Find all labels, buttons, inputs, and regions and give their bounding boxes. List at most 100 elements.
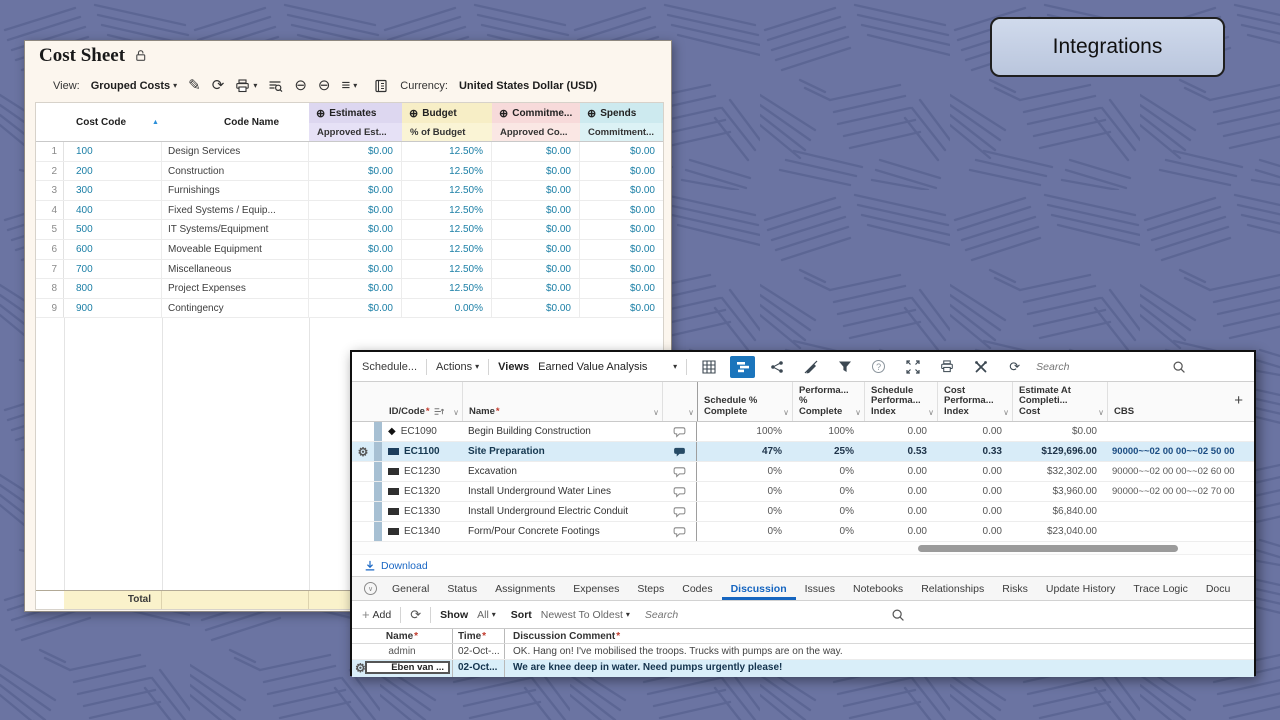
gear-icon[interactable]: ⚙ — [358, 446, 369, 458]
tab-relationships[interactable]: Relationships — [912, 577, 993, 600]
expand-plus-icon: ⊕ — [587, 107, 596, 120]
table-row[interactable]: 8 800 Project Expenses $0.00 12.50% $0.0… — [36, 279, 663, 299]
menu-button[interactable]: ≡ ▾ — [342, 78, 358, 93]
tab-codes[interactable]: Codes — [673, 577, 721, 600]
table-row[interactable]: 1 100 Design Services $0.00 12.50% $0.00… — [36, 142, 663, 162]
sort-order-dropdown[interactable]: Newest To Oldest ▾ — [541, 609, 630, 621]
search-list-icon[interactable] — [268, 79, 283, 93]
views-dropdown[interactable]: Earned Value Analysis ▾ — [538, 361, 677, 373]
activity-row-selected[interactable]: ⚙ EC1100 Site Preparation 47% 25% 0.53 0… — [352, 442, 1254, 462]
tab-discussion[interactable]: Discussion — [722, 577, 796, 600]
column-cost-code[interactable]: Cost Code ▲ — [76, 103, 196, 141]
tab-status[interactable]: Status — [438, 577, 486, 600]
activity-row[interactable]: ◆ EC1090 Begin Building Construction 100… — [352, 422, 1254, 442]
column-comment-text[interactable]: Discussion Comment* — [505, 629, 1254, 643]
chevron-down-icon[interactable]: ∨ — [688, 408, 694, 417]
group-budget[interactable]: ⊕ Budget — [402, 103, 492, 123]
activity-row[interactable]: EC1320 Install Underground Water Lines 0… — [352, 482, 1254, 502]
table-view-button[interactable] — [696, 356, 721, 378]
group-spends[interactable]: ⊕ Spends — [580, 103, 663, 123]
tab-general[interactable]: General — [383, 577, 438, 600]
column-comment-time[interactable]: Time* — [453, 629, 505, 643]
edit-icon[interactable]: ✎ — [188, 78, 201, 93]
refresh-button[interactable]: ⟳ — [1002, 356, 1027, 378]
tab-trace-logic[interactable]: Trace Logic — [1124, 577, 1196, 600]
tab-assignments[interactable]: Assignments — [486, 577, 564, 600]
add-comment-button[interactable]: + Add — [362, 607, 391, 622]
baseline-edit-button[interactable] — [798, 356, 823, 378]
tab-issues[interactable]: Issues — [796, 577, 844, 600]
table-row[interactable]: 3 300 Furnishings $0.00 12.50% $0.00 $0.… — [36, 181, 663, 201]
column-id-code[interactable]: ID/Code* ∨ — [383, 382, 463, 421]
activity-row[interactable]: EC1340 Form/Pour Concrete Footings 0% 0%… — [352, 522, 1254, 542]
table-row[interactable]: 6 600 Moveable Equipment $0.00 12.50% $0… — [36, 240, 663, 260]
refresh-icon[interactable]: ⟳ — [212, 78, 225, 93]
tab-update-history[interactable]: Update History — [1037, 577, 1124, 600]
refresh-comments-icon[interactable]: ⟳ — [410, 607, 421, 623]
column-pct-of-budget[interactable]: % of Budget — [402, 123, 492, 141]
chevron-down-icon[interactable]: ∨ — [453, 408, 459, 417]
actions-menu[interactable]: Actions ▾ — [436, 361, 479, 373]
activity-row[interactable]: EC1230 Excavation 0% 0% 0.00 0.00 $32,30… — [352, 462, 1254, 482]
collapse-level-icon[interactable]: ⊖ — [318, 78, 331, 93]
collapse-panel-button[interactable]: ∨ — [358, 577, 383, 600]
schedule-search[interactable] — [1036, 360, 1214, 374]
column-name[interactable]: Name* ∨ — [463, 382, 663, 421]
discussion-search[interactable] — [645, 608, 905, 622]
column-schedule-pct-complete[interactable]: Schedule % Complete ∨ — [698, 382, 793, 421]
table-row[interactable]: 5 500 IT Systems/Equipment $0.00 12.50% … — [36, 220, 663, 240]
scrollbar-thumb[interactable] — [918, 545, 1178, 552]
chevron-down-icon[interactable]: ∨ — [1098, 408, 1104, 417]
fullscreen-button[interactable] — [900, 356, 925, 378]
column-comment-name[interactable]: Name* — [352, 629, 453, 643]
comment-row[interactable]: admin 02-Oct-... OK. Hang on! I've mobil… — [352, 644, 1254, 660]
comment-name-editor[interactable]: Eben van ... — [365, 661, 450, 674]
group-commitments[interactable]: ⊕ Commitme... — [492, 103, 580, 123]
chevron-down-icon[interactable]: ∨ — [855, 408, 861, 417]
discussion-search-input[interactable] — [645, 609, 885, 621]
tab-documents[interactable]: Docu — [1197, 577, 1240, 600]
activity-row[interactable]: EC1330 Install Underground Electric Cond… — [352, 502, 1254, 522]
add-column-button[interactable]: + — [1234, 392, 1251, 409]
chevron-down-icon[interactable]: ∨ — [1003, 408, 1009, 417]
search-input[interactable] — [1036, 361, 1166, 373]
collapse-all-icon[interactable]: ⊖ — [294, 78, 307, 93]
network-view-button[interactable] — [764, 356, 789, 378]
column-commitment-spend[interactable]: Commitment... — [580, 123, 663, 141]
table-row[interactable]: 4 400 Fixed Systems / Equip... $0.00 12.… — [36, 201, 663, 221]
help-button[interactable]: ? — [866, 356, 891, 378]
schedule-menu[interactable]: Schedule... — [362, 361, 417, 373]
table-row[interactable]: 7 700 Miscellaneous $0.00 12.50% $0.00 $… — [36, 260, 663, 280]
table-row[interactable]: 9 900 Contingency $0.00 0.00% $0.00 $0.0… — [36, 299, 663, 319]
show-filter-dropdown[interactable]: All ▾ — [477, 609, 496, 621]
column-code-name[interactable]: Code Name — [224, 103, 334, 141]
print-button[interactable] — [934, 356, 959, 378]
download-link[interactable]: Download — [381, 560, 428, 572]
gantt-view-button[interactable] — [730, 356, 755, 378]
column-cost-performance-index[interactable]: Cost Performa... Index ∨ — [938, 382, 1013, 421]
tab-steps[interactable]: Steps — [628, 577, 673, 600]
column-schedule-performance-index[interactable]: Schedule Performa... Index ∨ — [865, 382, 938, 421]
view-dropdown[interactable]: Grouped Costs ▾ — [91, 80, 177, 92]
filter-funnel-icon — [838, 360, 852, 374]
column-performance-pct-complete[interactable]: Performa... % Complete ∨ — [793, 382, 865, 421]
filter-button[interactable] — [832, 356, 857, 378]
column-approved-commitment[interactable]: Approved Co... — [492, 123, 580, 141]
table-row[interactable]: 2 200 Construction $0.00 12.50% $0.00 $0… — [36, 162, 663, 182]
column-estimate-at-completion[interactable]: Estimate At Completi... Cost ∨ — [1013, 382, 1108, 421]
tools-button[interactable] — [968, 356, 993, 378]
chevron-down-icon[interactable]: ∨ — [928, 408, 934, 417]
column-cbs[interactable]: CBS + — [1108, 382, 1254, 421]
chevron-down-icon[interactable]: ∨ — [783, 408, 789, 417]
column-discussion-indicator[interactable]: ∨ — [663, 382, 698, 421]
print-button[interactable]: ▾ — [235, 79, 257, 93]
horizontal-scrollbar[interactable] — [352, 542, 1254, 555]
tab-risks[interactable]: Risks — [993, 577, 1037, 600]
gear-icon[interactable]: ⚙ — [355, 662, 366, 674]
comment-row-selected[interactable]: ⚙ Eben van ... 02-Oct... We are knee dee… — [352, 660, 1254, 677]
caret-down-icon: ▾ — [492, 610, 496, 619]
chevron-down-icon[interactable]: ∨ — [653, 408, 659, 417]
cost-sheet-title: Cost Sheet — [39, 45, 125, 67]
tab-expenses[interactable]: Expenses — [564, 577, 628, 600]
tab-notebooks[interactable]: Notebooks — [844, 577, 912, 600]
